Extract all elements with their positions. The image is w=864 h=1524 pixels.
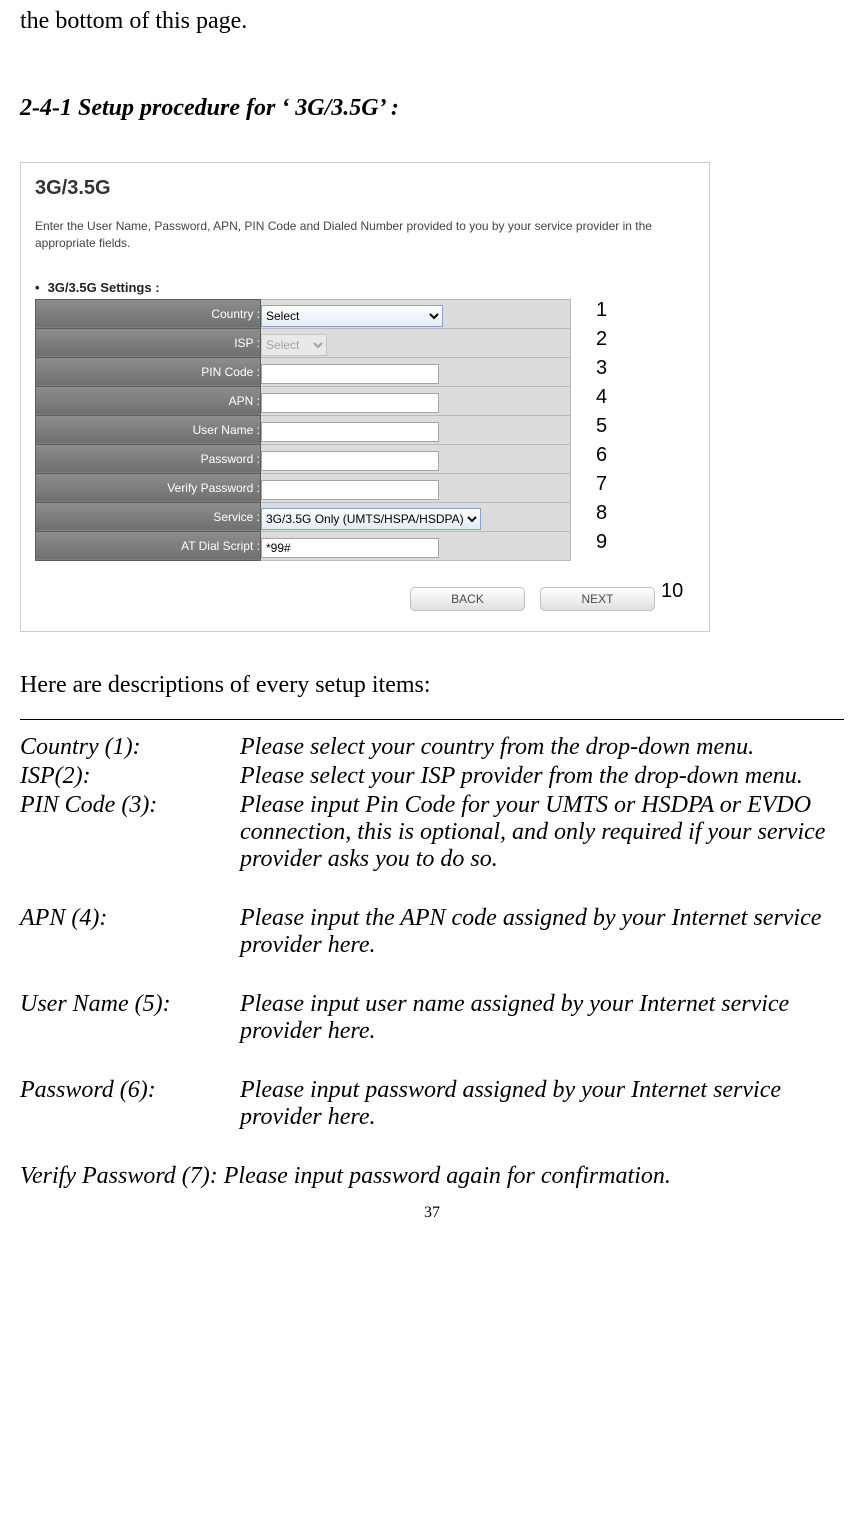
callout-7: 7 — [596, 473, 607, 496]
settings-table: Country : Select ISP : Select PIN Code :… — [35, 299, 571, 561]
label-dial: AT Dial Script : — [36, 531, 261, 560]
divider — [20, 719, 844, 720]
desc-pass: Please input password assigned by your I… — [240, 1077, 844, 1133]
desc-apn: Please input the APN code assigned by yo… — [240, 905, 844, 961]
screenshot-description: Enter the User Name, Password, APN, PIN … — [35, 218, 709, 252]
callout-2: 2 — [596, 328, 607, 351]
isp-select[interactable]: Select — [261, 334, 327, 356]
password-input[interactable] — [261, 451, 439, 471]
section-heading: 2-4-1 Setup procedure for ‘ 3G/3.5G’ : — [20, 95, 844, 122]
row-country: Country : Select — [36, 299, 571, 328]
row-service: Service : 3G/3.5G Only (UMTS/HSPA/HSDPA) — [36, 502, 571, 531]
label-isp: ISP : — [36, 328, 261, 357]
settings-subheading: 3G/3.5G Settings : — [35, 280, 709, 295]
page-top-fragment: the bottom of this page. — [20, 8, 844, 35]
desc-pin: Please input Pin Code for your UMTS or H… — [240, 792, 844, 875]
label-verify: Verify Password : — [36, 473, 261, 502]
callout-6: 6 — [596, 444, 607, 467]
term-isp: ISP(2): — [20, 763, 240, 792]
callout-5: 5 — [596, 415, 607, 438]
desc-isp: Please select your ISP provider from the… — [240, 763, 844, 792]
row-user: User Name : — [36, 415, 571, 444]
callout-1: 1 — [596, 299, 607, 322]
term-country: Country (1): — [20, 734, 240, 763]
dial-input[interactable] — [261, 538, 439, 558]
definitions-list: Country (1): Please select your country … — [20, 734, 844, 1133]
row-pin: PIN Code : — [36, 357, 571, 386]
label-apn: APN : — [36, 386, 261, 415]
page-number: 37 — [20, 1204, 844, 1222]
row-dial: AT Dial Script : — [36, 531, 571, 560]
callout-3: 3 — [596, 357, 607, 380]
label-pin: PIN Code : — [36, 357, 261, 386]
row-isp: ISP : Select — [36, 328, 571, 357]
term-pin: PIN Code (3): — [20, 792, 240, 875]
callout-10: 10 — [661, 580, 683, 603]
term-apn: APN (4): — [20, 905, 240, 961]
callout-8: 8 — [596, 502, 607, 525]
row-apn: APN : — [36, 386, 571, 415]
row-password: Password : — [36, 444, 571, 473]
desc-country: Please select your country from the drop… — [240, 734, 844, 763]
label-user: User Name : — [36, 415, 261, 444]
desc-user: Please input user name assigned by your … — [240, 991, 844, 1047]
callout-4: 4 — [596, 386, 607, 409]
country-select[interactable]: Select — [261, 305, 443, 327]
apn-input[interactable] — [261, 393, 439, 413]
label-password: Password : — [36, 444, 261, 473]
label-service: Service : — [36, 502, 261, 531]
screenshot-title: 3G/3.5G — [35, 177, 709, 200]
label-country: Country : — [36, 299, 261, 328]
service-select[interactable]: 3G/3.5G Only (UMTS/HSPA/HSDPA) — [261, 508, 481, 530]
desc-verify: Verify Password (7): Please input passwo… — [20, 1163, 844, 1190]
user-input[interactable] — [261, 422, 439, 442]
row-verify: Verify Password : — [36, 473, 571, 502]
term-user: User Name (5): — [20, 991, 240, 1047]
back-button[interactable]: BACK — [410, 587, 525, 611]
term-pass: Password (6): — [20, 1077, 240, 1133]
callout-9: 9 — [596, 531, 607, 554]
verify-input[interactable] — [261, 480, 439, 500]
config-screenshot: 3G/3.5G Enter the User Name, Password, A… — [20, 162, 710, 632]
next-button[interactable]: NEXT — [540, 587, 655, 611]
descriptions-intro: Here are descriptions of every setup ite… — [20, 672, 844, 699]
pin-input[interactable] — [261, 364, 439, 384]
